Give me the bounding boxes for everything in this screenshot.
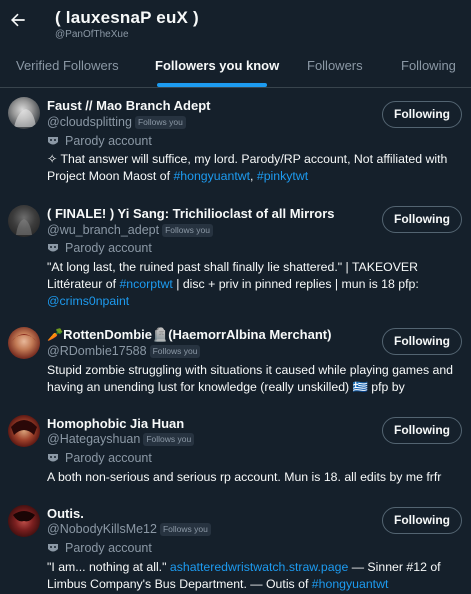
user-name[interactable]: ( FINALE! ) Yi Sang: Trichilioclast of a… <box>47 206 335 221</box>
user-bio: ✧ That answer will suffice, my lord. Par… <box>47 151 461 185</box>
follows-you-badge: Follows you <box>162 223 213 237</box>
bio-text: Littérateur of <box>47 277 120 291</box>
parody-label: Parody account <box>47 451 152 465</box>
follows-you-badge: Follows you <box>159 522 211 536</box>
user-bio: "At long last, the ruined past shall fin… <box>47 259 461 310</box>
avatar[interactable] <box>8 205 40 237</box>
follows-you-badge: Follows you <box>149 344 201 358</box>
profile-handle: @PanOfTheXue <box>55 29 129 40</box>
profile-title: ( lauxesnaP euX ) <box>55 8 199 27</box>
bio-line: Stupid zombie struggling with situations… <box>47 363 454 377</box>
tab-verified-followers[interactable]: Verified Followers <box>16 46 119 87</box>
user-handle[interactable]: @NobodyKillsMe12 Follows you <box>47 522 211 536</box>
parody-text: Parody account <box>65 241 152 255</box>
profile-header: ( lauxesnaP euX ) @PanOfTheXue <box>0 0 471 46</box>
user-name[interactable]: 🥕RottenDombie🪦(HaemorrAlbina Merchant) <box>47 327 331 343</box>
avatar[interactable] <box>8 327 40 359</box>
following-button[interactable]: Following <box>382 206 462 233</box>
bio-line: Littérateur of #ncorptwt | disc + priv i… <box>47 276 461 293</box>
user-row[interactable]: Faust // Mao Branch Adept @cloudsplittin… <box>0 88 471 188</box>
user-name[interactable]: Faust // Mao Branch Adept <box>47 98 210 113</box>
parody-text: Parody account <box>65 451 152 465</box>
mask-icon <box>48 544 58 552</box>
tab-followers-you-know[interactable]: Followers you know <box>155 46 279 87</box>
user-row[interactable]: 🥕RottenDombie🪦(HaemorrAlbina Merchant) @… <box>0 318 471 404</box>
parody-text: Parody account <box>65 134 152 148</box>
hashtag-link[interactable]: #pinkytwt <box>257 169 308 183</box>
mask-icon <box>48 137 58 145</box>
hashtag-link[interactable]: #hongyuantwt <box>312 577 389 591</box>
following-button[interactable]: Following <box>382 101 462 128</box>
website-link[interactable]: ashatteredwristwatch.straw.page <box>170 560 348 574</box>
active-tab-indicator <box>157 83 267 87</box>
avatar[interactable] <box>8 505 40 537</box>
followers-tabs: Verified Followers Followers you know Fo… <box>0 46 471 88</box>
user-handle[interactable]: @Hategayshuan Follows you <box>47 432 195 446</box>
mask-icon <box>48 244 58 252</box>
user-handle-text: @RDombie17588 <box>47 344 147 358</box>
bio-line: "At long last, the ruined past shall fin… <box>47 260 418 274</box>
bio-text: Project Moon Maost of <box>47 169 174 183</box>
parody-label: Parody account <box>47 134 152 148</box>
bio-line: ✧ That answer will suffice, my lord. Par… <box>47 152 448 166</box>
bio-text: | disc + priv in pinned replies | mun is… <box>172 277 419 291</box>
parody-text: Parody account <box>65 541 152 555</box>
user-name[interactable]: Outis. <box>47 506 84 521</box>
user-row[interactable]: ( FINALE! ) Yi Sang: Trichilioclast of a… <box>0 196 471 314</box>
parody-label: Parody account <box>47 241 152 255</box>
tab-followers[interactable]: Followers <box>307 46 363 87</box>
bio-text: — Sinner #12 of <box>348 560 441 574</box>
user-handle-text: @cloudsplitting <box>47 115 132 129</box>
following-button[interactable]: Following <box>382 328 462 355</box>
user-bio: "I am... nothing at all." ashatteredwris… <box>47 559 461 593</box>
bio-text: "I am... nothing at all." <box>47 560 170 574</box>
follows-you-badge: Follows you <box>134 115 186 129</box>
user-bio: Stupid zombie struggling with situations… <box>47 362 461 396</box>
user-bio: A both non-serious and serious rp accoun… <box>47 469 461 486</box>
mask-icon <box>48 454 58 462</box>
user-handle-text: @NobodyKillsMe12 <box>47 522 157 536</box>
bio-text: , <box>250 169 257 183</box>
bio-line: Limbus Company's Bus Department. — Outis… <box>47 576 461 593</box>
user-row[interactable]: Outis. @NobodyKillsMe12 Follows you Paro… <box>0 498 471 594</box>
follows-you-badge: Follows you <box>143 432 195 446</box>
bio-text: Limbus Company's Bus Department. — Outis… <box>47 577 312 591</box>
avatar[interactable] <box>8 415 40 447</box>
avatar[interactable] <box>8 97 40 129</box>
bio-line: having an unending lust for knowledge (r… <box>47 380 405 394</box>
bio-line: @crims0npaint <box>47 293 461 310</box>
parody-label: Parody account <box>47 541 152 555</box>
following-button[interactable]: Following <box>382 417 462 444</box>
mention-link[interactable]: @crims0npaint <box>47 294 129 308</box>
bio-line: "I am... nothing at all." ashatteredwris… <box>47 559 461 576</box>
hashtag-link[interactable]: #hongyuantwt <box>173 169 250 183</box>
tab-following[interactable]: Following <box>401 46 456 87</box>
user-name[interactable]: Homophobic Jia Huan <box>47 416 184 431</box>
bio-line: Project Moon Maost of #hongyuantwt, #pin… <box>47 168 461 185</box>
bio-line: A both non-serious and serious rp accoun… <box>47 470 442 484</box>
user-row[interactable]: Homophobic Jia Huan @Hategayshuan Follow… <box>0 406 471 490</box>
user-handle-text: @wu_branch_adept <box>47 223 160 237</box>
user-handle-text: @Hategayshuan <box>47 432 141 446</box>
following-button[interactable]: Following <box>382 507 462 534</box>
user-handle[interactable]: @cloudsplitting Follows you <box>47 115 186 129</box>
user-handle[interactable]: @wu_branch_adept Follows you <box>47 223 213 237</box>
user-handle[interactable]: @RDombie17588 Follows you <box>47 344 201 358</box>
arrow-left-icon[interactable] <box>8 10 28 30</box>
hashtag-link[interactable]: #ncorptwt <box>119 277 172 291</box>
